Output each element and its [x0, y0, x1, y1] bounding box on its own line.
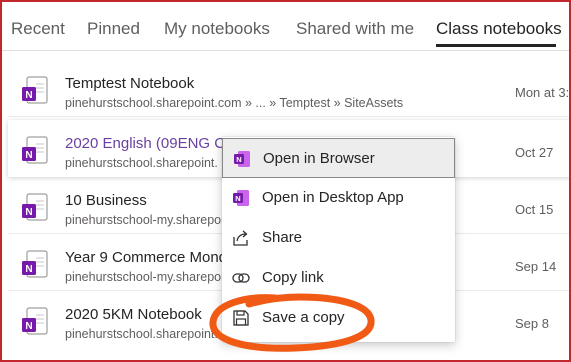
onenote-notebook-icon: N [22, 307, 48, 335]
tab-pinned[interactable]: Pinned [87, 19, 140, 39]
active-tab-indicator [436, 44, 556, 47]
menu-item-label: Copy link [262, 269, 324, 286]
notebook-row[interactable]: N Temptest Notebook pinehurstschool.shar… [8, 60, 571, 117]
tab-my-notebooks[interactable]: My notebooks [164, 19, 270, 39]
notebook-date: Mon at 3: [515, 85, 570, 100]
menu-item-save-a-copy[interactable]: Save a copy [222, 298, 455, 338]
notebook-title[interactable]: 2020 English (09ENG CPE [65, 135, 245, 152]
notebook-date: Oct 27 [515, 145, 554, 160]
link-icon [232, 273, 250, 283]
notebook-path: pinehurstschool.sharepoint. [65, 327, 218, 341]
notebook-path: pinehurstschool.sharepoint. [65, 156, 218, 170]
save-icon [233, 310, 249, 326]
notebook-path: pinehurstschool.sharepoint.com » ... » T… [65, 96, 404, 110]
notebook-title: 10 Business [65, 192, 147, 209]
svg-text:N: N [25, 207, 32, 218]
svg-text:N: N [236, 155, 241, 164]
onenote-icon: N [234, 151, 250, 167]
notebook-title: Temptest Notebook [65, 75, 195, 92]
svg-text:N: N [25, 321, 32, 332]
share-icon [233, 230, 248, 246]
context-menu: N Open in Browser N Open in Desktop App … [222, 137, 455, 342]
svg-text:N: N [25, 264, 32, 275]
menu-item-open-in-browser[interactable]: N Open in Browser [222, 138, 455, 178]
menu-item-open-in-desktop-app[interactable]: N Open in Desktop App [222, 178, 455, 218]
onenote-notebook-icon: N [22, 76, 48, 104]
notebook-path: pinehurstschool-my.sharepoi [65, 270, 224, 284]
onenote-icon: N [233, 190, 249, 206]
tab-bar: Recent Pinned My notebooks Shared with m… [0, 0, 571, 50]
menu-item-label: Save a copy [262, 309, 345, 326]
svg-text:N: N [25, 150, 32, 161]
tab-shared-with-me[interactable]: Shared with me [296, 19, 414, 39]
svg-text:N: N [25, 90, 32, 101]
notebook-path: pinehurstschool-my.sharepoi [65, 213, 224, 227]
svg-text:N: N [235, 194, 240, 203]
notebook-date: Oct 15 [515, 202, 554, 217]
menu-item-share[interactable]: Share [222, 218, 455, 258]
notebook-date: Sep 8 [515, 316, 549, 331]
menu-item-label: Share [262, 229, 303, 246]
notebook-title: Year 9 Commerce Monda [65, 249, 236, 266]
onenote-notebook-icon: N [22, 193, 48, 221]
menu-item-label: Open in Browser [263, 150, 375, 167]
notebook-title: 2020 5KM Notebook [65, 306, 202, 323]
onenote-notebook-icon: N [22, 136, 48, 164]
menu-item-copy-link[interactable]: Copy link [222, 258, 455, 298]
tab-class-notebooks[interactable]: Class notebooks [436, 19, 562, 39]
tab-divider [0, 50, 571, 51]
notebook-date: Sep 14 [515, 259, 557, 274]
tab-recent[interactable]: Recent [11, 19, 65, 39]
menu-item-label: Open in Desktop App [262, 189, 404, 206]
onenote-notebook-icon: N [22, 250, 48, 278]
